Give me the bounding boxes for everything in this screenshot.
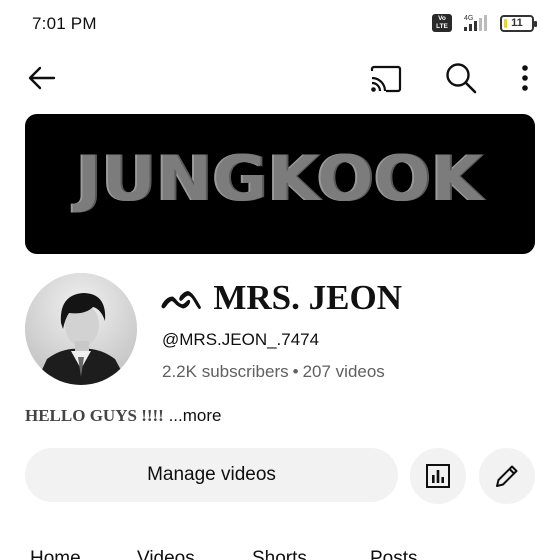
subscriber-count: 2.2K subscribers [162, 362, 289, 381]
status-bar: 7:01 PM Vo LTE 4G 11 [0, 0, 560, 46]
edit-channel-button[interactable] [479, 448, 535, 504]
channel-handle: @MRS.JEON_.7474 [162, 330, 320, 349]
description-more-link[interactable]: ...more [169, 406, 222, 425]
channel-tabs: Home Videos Shorts Posts [0, 548, 560, 560]
channel-stats: 2.2K subscribers • 207 videos [162, 362, 385, 382]
tab-posts[interactable]: Posts [370, 548, 418, 560]
avatar-image [25, 273, 137, 385]
status-icons: Vo LTE 4G 11 [432, 13, 537, 33]
tab-videos[interactable]: Videos [137, 548, 195, 560]
svg-text:4G: 4G [464, 15, 473, 22]
tab-home[interactable]: Home [30, 548, 81, 560]
battery-level: 11 [511, 17, 523, 29]
stats-separator: • [292, 362, 299, 381]
signal-icon: 4G [464, 15, 487, 31]
banner-text: JUNGKOOK [76, 141, 484, 215]
battery-icon: 11 [500, 14, 537, 32]
back-arrow-icon[interactable] [26, 62, 58, 94]
battery-fill [504, 18, 507, 28]
channel-name: ᨒ MRS. JEON [161, 278, 402, 317]
manage-videos-button[interactable]: Manage videos [25, 448, 398, 502]
channel-banner: JUNGKOOK [25, 114, 535, 254]
channel-description[interactable]: HELLO GUYS !!!! ...more [25, 406, 221, 426]
cast-icon[interactable] [369, 64, 403, 94]
pencil-icon [496, 465, 518, 487]
top-app-bar [0, 52, 560, 104]
search-icon[interactable] [444, 61, 478, 95]
status-time: 7:01 PM [32, 14, 97, 33]
video-count: 207 videos [302, 362, 385, 381]
channel-avatar[interactable] [25, 273, 137, 385]
volte-icon: Vo LTE [432, 14, 452, 32]
more-vert-icon[interactable] [515, 62, 535, 96]
analytics-button[interactable] [410, 448, 466, 504]
tab-shorts[interactable]: Shorts [252, 548, 307, 560]
bar-chart-icon [426, 464, 450, 488]
description-text: HELLO GUYS !!!! [25, 406, 164, 425]
